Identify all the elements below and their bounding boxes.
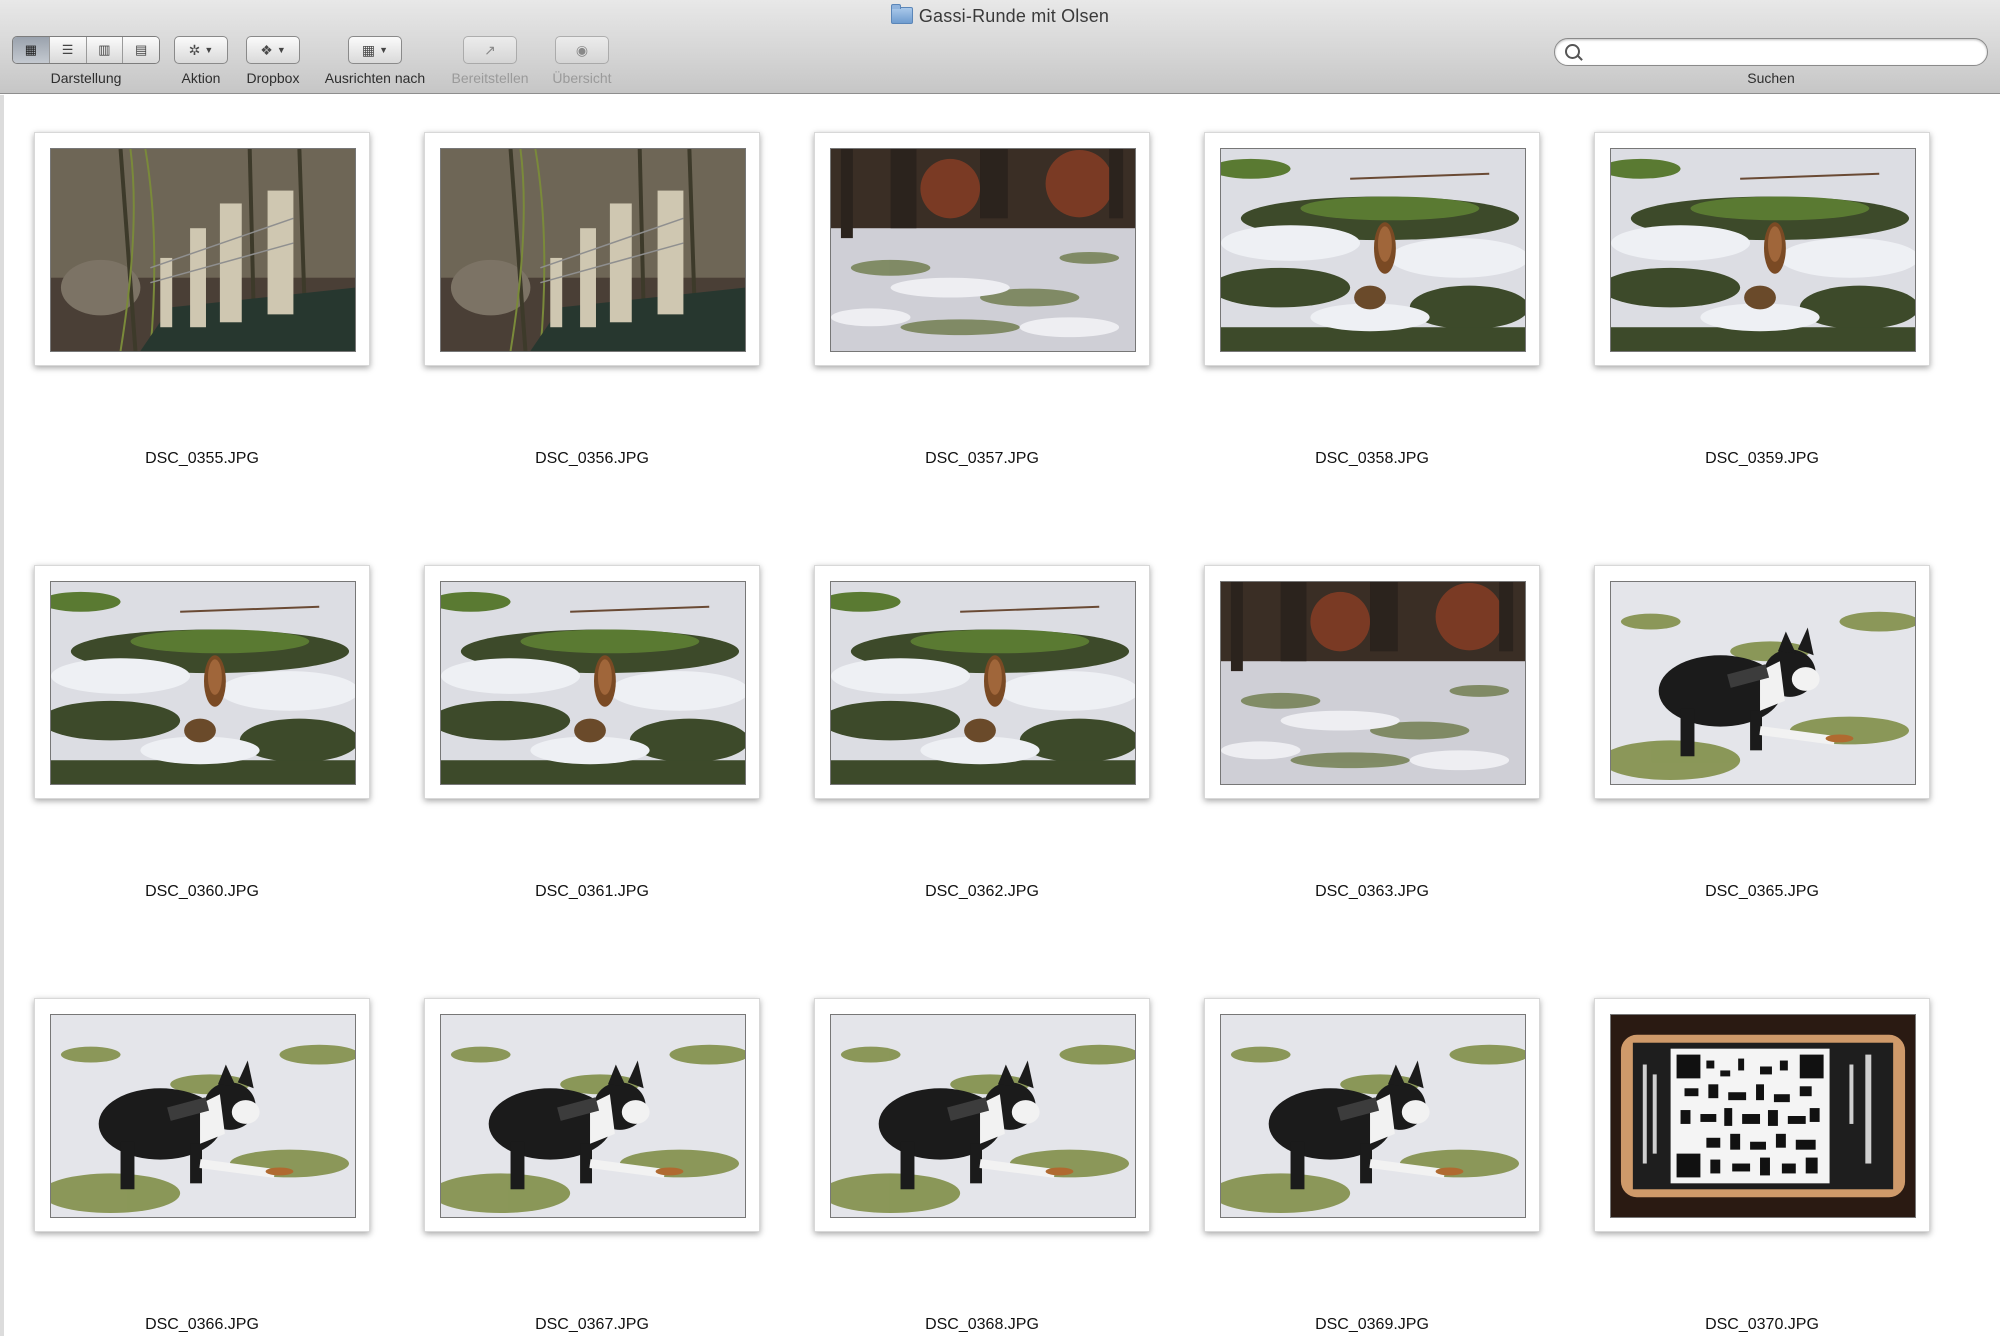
thumbnail-frame[interactable]: [34, 565, 370, 799]
column-view-button[interactable]: ▥: [86, 37, 124, 63]
gear-icon: ✲: [188, 41, 201, 58]
action-label: Aktion: [181, 70, 221, 86]
window-title: Gassi-Runde mit Olsen: [918, 6, 1110, 26]
thumbnail-frame[interactable]: [1594, 565, 1930, 799]
file-name-label[interactable]: DSC_0366.JPG: [34, 1316, 370, 1334]
search-input[interactable]: [1585, 42, 1979, 64]
file-name-label[interactable]: DSC_0360.JPG: [34, 883, 370, 901]
file-icon-grid: DSC_0355.JPG DSC_0356.JPG DSC_0357.JPG D…: [0, 95, 2000, 1336]
action-button[interactable]: ✲ ▼: [174, 36, 228, 64]
thumbnail-frame[interactable]: [814, 132, 1150, 366]
file-name-label[interactable]: DSC_0356.JPG: [424, 450, 760, 468]
chevron-down-icon: ▼: [204, 45, 214, 55]
toolbar: Gassi-Runde mit Olsen ▦ ☰ ▥ ▤ Darstellun…: [0, 0, 2000, 94]
thumbnail-frame[interactable]: [814, 998, 1150, 1232]
file-name-label[interactable]: DSC_0365.JPG: [1594, 883, 1930, 901]
photo-thumbnail-cone: [830, 581, 1136, 785]
photo-thumbnail-dog: [440, 1014, 746, 1218]
coverflow-view-icon: ▤: [134, 42, 148, 57]
thumbnail-frame[interactable]: [1594, 132, 1930, 366]
dropbox-button[interactable]: ❖ ▼: [246, 36, 300, 64]
photo-thumbnail-forest: [830, 148, 1136, 352]
quicklook-label: Übersicht: [552, 70, 612, 86]
photo-thumbnail-cone: [1610, 148, 1916, 352]
share-icon: ↗: [484, 41, 496, 58]
thumbnail-frame[interactable]: [424, 565, 760, 799]
column-view-icon: ▥: [98, 42, 111, 57]
thumbnail-frame[interactable]: [424, 132, 760, 366]
file-name-label[interactable]: DSC_0358.JPG: [1204, 450, 1540, 468]
file-name-label[interactable]: DSC_0363.JPG: [1204, 883, 1540, 901]
quicklook-button[interactable]: ◉: [555, 36, 609, 64]
thumbnail-frame[interactable]: [1594, 998, 1930, 1232]
thumbnail-frame[interactable]: [1204, 132, 1540, 366]
coverflow-view-button[interactable]: ▤: [123, 37, 159, 63]
search-field[interactable]: [1554, 38, 1988, 66]
thumbnail-frame[interactable]: [34, 998, 370, 1232]
file-name-label[interactable]: DSC_0357.JPG: [814, 450, 1150, 468]
photo-thumbnail-dog: [1610, 581, 1916, 785]
arrange-button[interactable]: ▦ ▼: [348, 36, 402, 64]
file-name-label[interactable]: DSC_0359.JPG: [1594, 450, 1930, 468]
search-icon: [1565, 44, 1580, 59]
arrange-grid-icon: ▦: [361, 41, 376, 58]
photo-thumbnail-fence: [440, 148, 746, 352]
share-label: Bereitstellen: [451, 70, 529, 86]
photo-thumbnail-cone: [50, 581, 356, 785]
photo-thumbnail-dog: [830, 1014, 1136, 1218]
share-button[interactable]: ↗: [463, 36, 517, 64]
thumbnail-frame[interactable]: [814, 565, 1150, 799]
window-title-bar: Gassi-Runde mit Olsen: [0, 4, 2000, 27]
thumbnail-frame[interactable]: [1204, 565, 1540, 799]
file-name-label[interactable]: DSC_0367.JPG: [424, 1316, 760, 1334]
dropbox-label: Dropbox: [246, 70, 300, 86]
list-view-button[interactable]: ☰: [49, 37, 87, 63]
arrange-label: Ausrichten nach: [324, 70, 426, 86]
photo-thumbnail-forest: [1220, 581, 1526, 785]
thumbnail-frame[interactable]: [424, 998, 760, 1232]
photo-thumbnail-qr: [1610, 1014, 1916, 1218]
list-view-icon: ☰: [61, 42, 74, 57]
thumbnail-frame[interactable]: [34, 132, 370, 366]
photo-thumbnail-cone: [440, 581, 746, 785]
thumbnail-frame[interactable]: [1204, 998, 1540, 1232]
icon-view-button[interactable]: ▦: [13, 37, 50, 63]
view-mode-control: ▦ ☰ ▥ ▤: [12, 36, 160, 64]
search-label: Suchen: [1747, 70, 1795, 86]
photo-thumbnail-cone: [1220, 148, 1526, 352]
file-name-label[interactable]: DSC_0355.JPG: [34, 450, 370, 468]
photo-thumbnail-fence: [50, 148, 356, 352]
dropbox-icon: ❖: [260, 41, 273, 58]
file-name-label[interactable]: DSC_0369.JPG: [1204, 1316, 1540, 1334]
file-name-label[interactable]: DSC_0370.JPG: [1594, 1316, 1930, 1334]
photo-thumbnail-dog: [1220, 1014, 1526, 1218]
icon-view-icon: ▦: [24, 42, 38, 57]
view-label: Darstellung: [50, 70, 122, 86]
folder-icon: [890, 4, 913, 24]
eye-icon: ◉: [575, 41, 589, 58]
file-name-label[interactable]: DSC_0361.JPG: [424, 883, 760, 901]
photo-thumbnail-dog: [50, 1014, 356, 1218]
chevron-down-icon: ▼: [379, 45, 389, 55]
chevron-down-icon: ▼: [276, 45, 286, 55]
file-name-label[interactable]: DSC_0362.JPG: [814, 883, 1150, 901]
file-name-label[interactable]: DSC_0368.JPG: [814, 1316, 1150, 1334]
